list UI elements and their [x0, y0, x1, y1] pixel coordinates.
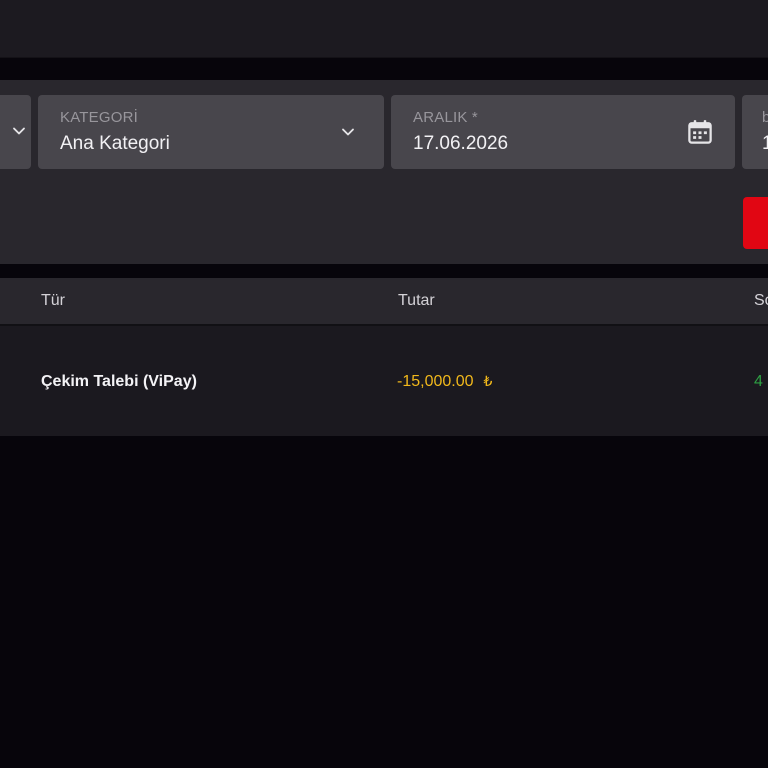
- calendar-icon[interactable]: [685, 117, 715, 147]
- partial-right-value: 1: [762, 133, 768, 154]
- partial-right-label: b: [762, 109, 768, 126]
- search-button[interactable]: [743, 197, 768, 249]
- filter-select-partial-left[interactable]: [0, 95, 31, 169]
- row-amount: -15,000.00 ₺: [397, 373, 492, 391]
- column-header-amount[interactable]: Tutar: [398, 292, 435, 310]
- lira-icon: ₺: [483, 373, 493, 389]
- table-header: Tür Tutar So: [0, 278, 768, 326]
- transactions-table: Tür Tutar So Çekim Talebi (ViPay) -15,00…: [0, 278, 768, 436]
- filter-field-partial-right[interactable]: b 1: [742, 95, 768, 169]
- table-row: Çekim Talebi (ViPay) -15,000.00 ₺ 4: [0, 328, 768, 436]
- category-value: Ana Kategori: [60, 133, 170, 154]
- date-range-value: 17.06.2026: [413, 133, 509, 154]
- filter-panel: KATEGORİ Ana Kategori ARALIK * 17.06.202…: [0, 80, 768, 264]
- row-amount-value: -15,000.00: [397, 373, 474, 390]
- row-type: Çekim Talebi (ViPay): [41, 373, 197, 390]
- category-label: KATEGORİ: [60, 109, 138, 126]
- chevron-down-icon: [342, 128, 354, 136]
- date-range-field[interactable]: ARALIK * 17.06.2026: [391, 95, 735, 169]
- column-header-status[interactable]: So: [754, 292, 768, 310]
- top-bar: [0, 0, 768, 58]
- column-header-type[interactable]: Tür: [41, 292, 65, 310]
- date-range-label: ARALIK *: [413, 109, 478, 126]
- row-status: 4: [754, 373, 763, 390]
- category-select[interactable]: KATEGORİ Ana Kategori: [38, 95, 384, 169]
- chevron-down-icon: [13, 127, 25, 135]
